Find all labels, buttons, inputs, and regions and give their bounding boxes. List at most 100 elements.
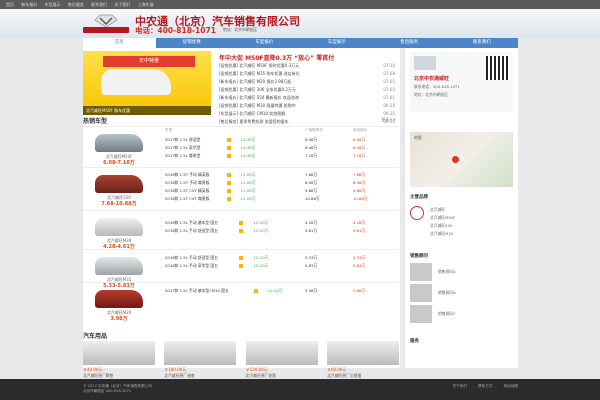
guide-price: 5.83万 — [305, 263, 318, 268]
footer-sitemap-link[interactable]: 网站地图 — [504, 384, 518, 388]
topbar-show[interactable]: 上海车展 — [138, 2, 154, 7]
nav-pricing[interactable]: 车型报价 — [228, 38, 301, 48]
deal-price: 7.68万 — [353, 172, 366, 177]
model-name[interactable]: 2017款 1.5L 豪华型 — [165, 144, 200, 152]
nav-promotions[interactable]: 促销优惠 — [156, 38, 229, 48]
news-title[interactable]: [促销优惠] 北汽威旺 306 全系优惠0.2万元 — [219, 87, 296, 92]
location-map[interactable]: 地图 — [410, 132, 513, 187]
model-name[interactable]: 2017款 1.5L 舒适型 — [165, 136, 200, 144]
model-name[interactable]: 2016款 1.5T CVT 精英版 — [165, 187, 209, 195]
car-image[interactable] — [95, 218, 143, 236]
model-row[interactable]: 2016款 1.5T 手动 尊贵版 ↓1.00万 8.58万 8.58万 — [165, 179, 395, 187]
brand-logo — [83, 14, 129, 33]
news-headline[interactable]: 年中大促 M50F直降0.3万 “放心” 零首付 — [219, 53, 334, 62]
deal-price: 8.58万 — [353, 180, 366, 185]
news-item[interactable]: [促销优惠] 北汽威旺 306 全系优惠0.2万元 07-03 — [219, 86, 395, 94]
topbar-models[interactable]: 车型展示 — [45, 2, 61, 7]
main-nav: 首页 促销优惠 车型报价 车型展示 售后服务 联系我们 — [83, 38, 518, 48]
footer-contact-link[interactable]: 联系方式 — [478, 384, 492, 388]
part-item[interactable]: ￥60.00元 北汽威旺原厂后视镜 — [326, 341, 399, 379]
discount: ↓0.20万 — [253, 220, 269, 225]
brand-item[interactable]: 北汽威旺M20 — [430, 230, 455, 238]
news-item[interactable]: [促销优惠] 北汽威旺 M30 限量特惠 抢购中 06-28 — [219, 102, 395, 110]
nav-contact[interactable]: 联系我们 — [446, 38, 519, 48]
model-name[interactable]: 2016款 1.5L 手动 舒适型 国五 — [165, 227, 218, 235]
model-row[interactable]: 2016款 1.5L 手动 舒适型 国五 ↓0.20万 4.61万 4.61万 — [165, 227, 395, 235]
sales-name[interactable]: 销售顾问A — [438, 269, 456, 275]
brand-item[interactable]: 北汽威旺S50 — [430, 222, 455, 230]
part-item[interactable]: ￥120.00元 北汽威旺原厂轮毂 — [245, 341, 318, 379]
avatar[interactable] — [410, 305, 432, 323]
news-item[interactable]: [促销优惠] 北汽威旺 M50F 限时优惠0.3万元 07-10 — [219, 62, 395, 70]
news-date: 07-08 — [383, 71, 395, 76]
car-image[interactable] — [95, 290, 143, 308]
nav-models[interactable]: 车型展示 — [301, 38, 374, 48]
topbar-quote[interactable]: 新车报价 — [21, 2, 37, 7]
nav-service[interactable]: 售后服务 — [373, 38, 446, 48]
sales-name[interactable]: 销售顾问C — [438, 311, 456, 317]
part-item[interactable]: ￥180.00元 北汽威旺原厂座套 — [164, 341, 237, 379]
news-item[interactable]: [新车报价] 北汽威旺 S50 最新报价 欢迎咨询 07-01 — [219, 94, 395, 102]
brand-item[interactable]: 北汽威旺M50F — [430, 214, 455, 222]
news-date: 07-01 — [383, 95, 395, 100]
news-item[interactable]: [促销优惠] 北汽威旺 M35 购车钜惠 进店有礼 07-08 — [219, 70, 395, 78]
topbar-contact[interactable]: 联系我们 — [91, 2, 107, 7]
model-row[interactable]: 2017款 1.5L 手动 基本型CM10 国五 ↓0.10万 3.98万 3.98万 — [165, 287, 395, 295]
avatar[interactable] — [410, 284, 432, 302]
news-title[interactable]: [新车报价] 北汽威旺 M20 报价3.98万起 — [219, 79, 291, 84]
news-title[interactable]: [车型展示] 北汽威旺 CM10 实拍图解 — [219, 111, 285, 116]
car-image[interactable] — [95, 134, 143, 152]
nav-home[interactable]: 首页 — [83, 38, 156, 48]
model-name[interactable]: 2017款 1.5L 手动 基本型CM10 国五 — [165, 287, 229, 295]
brand-item[interactable]: 北汽威旺 — [430, 206, 455, 214]
hot-more-link[interactable]: 更多>> — [381, 117, 396, 123]
car-image[interactable] — [95, 175, 143, 193]
deal-price: 6.08万 — [353, 137, 366, 142]
part-item[interactable]: ￥40.00元 北汽威旺原厂脚垫 — [83, 341, 155, 379]
model-name[interactable]: 2017款 1.5L 尊贵型 — [165, 152, 200, 160]
news-title[interactable]: [促销优惠] 北汽威旺 M50F 限时优惠0.3万元 — [219, 63, 299, 68]
promo-banner[interactable]: 年中特惠 北汽威旺M50F 购车优惠 — [83, 51, 211, 115]
model-row[interactable]: 2016款 1.5L 手动 基本型 国五 ↓0.20万 4.28万 4.28万 — [165, 219, 395, 227]
model-row[interactable]: 2016款 1.5T 手动 精英版 ↓1.00万 7.68万 7.68万 — [165, 171, 395, 179]
news-title[interactable]: [促销优惠] 北汽威旺 M30 限量特惠 抢购中 — [219, 103, 296, 108]
topbar-service[interactable]: 售后服务 — [68, 2, 84, 7]
avatar[interactable] — [410, 263, 432, 281]
news-item[interactable]: [售后服务] 夏季免费检测 关爱您的爱车 06-20 — [219, 118, 395, 126]
model-row[interactable]: 2017款 1.5L 舒适型 ↓0.30万 6.08万 6.08万 — [165, 136, 395, 144]
promo-tag — [227, 138, 231, 142]
part-image[interactable] — [164, 341, 237, 365]
car-image[interactable] — [95, 257, 143, 275]
model-row[interactable]: 2016款 1.5T CVT 尊贵版 ↓1.00万 10.88万 10.88万 — [165, 195, 395, 203]
model-name[interactable]: 2016款 1.5L 手动 豪华型 国五 — [165, 262, 218, 270]
model-row[interactable]: 2017款 1.5L 豪华型 ↓0.30万 6.48万 6.48万 — [165, 144, 395, 152]
part-image[interactable] — [326, 341, 399, 365]
news-item[interactable]: [新车报价] 北汽威旺 M20 报价3.98万起 07-05 — [219, 78, 395, 86]
model-name[interactable]: 2016款 1.5L 手动 舒适型 国五 — [165, 254, 218, 262]
news-title[interactable]: [促销优惠] 北汽威旺 M35 购车钜惠 进店有礼 — [219, 71, 300, 76]
model-row[interactable]: 2017款 1.5L 尊贵型 ↓0.30万 7.18万 7.18万 — [165, 152, 395, 160]
topbar-home[interactable]: 首页 — [6, 2, 14, 7]
topbar-about[interactable]: 关于我们 — [114, 2, 130, 7]
news-title[interactable]: [售后服务] 夏季免费检测 关爱您的爱车 — [219, 119, 289, 124]
part-image[interactable] — [83, 341, 155, 365]
model-row[interactable]: 2016款 1.5T CVT 精英版 ↓1.00万 9.88万 9.88万 — [165, 187, 395, 195]
model-name[interactable]: 2016款 1.5L 手动 基本型 国五 — [165, 219, 218, 227]
guide-price: 4.61万 — [305, 228, 318, 233]
news-title[interactable]: [新车报价] 北汽威旺 S50 最新报价 欢迎咨询 — [219, 95, 299, 100]
header-guide-price: 厂商指导价 — [305, 128, 323, 132]
model-name[interactable]: 2016款 1.5T 手动 尊贵版 — [165, 179, 209, 187]
qr-code-icon[interactable] — [486, 56, 510, 80]
sales-list: 销售顾问A 销售顾问B 销售顾问C — [410, 263, 513, 323]
footer-about-link[interactable]: 关于我们 — [453, 384, 467, 388]
promo-tag — [227, 189, 231, 193]
sales-name[interactable]: 销售顾问B — [438, 290, 456, 296]
part-image[interactable] — [245, 341, 318, 365]
model-name[interactable]: 2016款 1.5T 手动 精英版 — [165, 171, 209, 179]
model-row[interactable]: 2016款 1.5L 手动 舒适型 国五 ↓0.20万 5.33万 5.33万 — [165, 254, 395, 262]
model-name[interactable]: 2016款 1.5T CVT 尊贵版 — [165, 195, 209, 203]
discount: ↓1.00万 — [240, 172, 256, 177]
model-row[interactable]: 2016款 1.5L 手动 豪华型 国五 ↓0.20万 5.83万 5.83万 — [165, 262, 395, 270]
news-item[interactable]: [车型展示] 北汽威旺 CM10 实拍图解 06-25 — [219, 110, 395, 118]
parts-title: 汽车用品 — [83, 333, 108, 340]
